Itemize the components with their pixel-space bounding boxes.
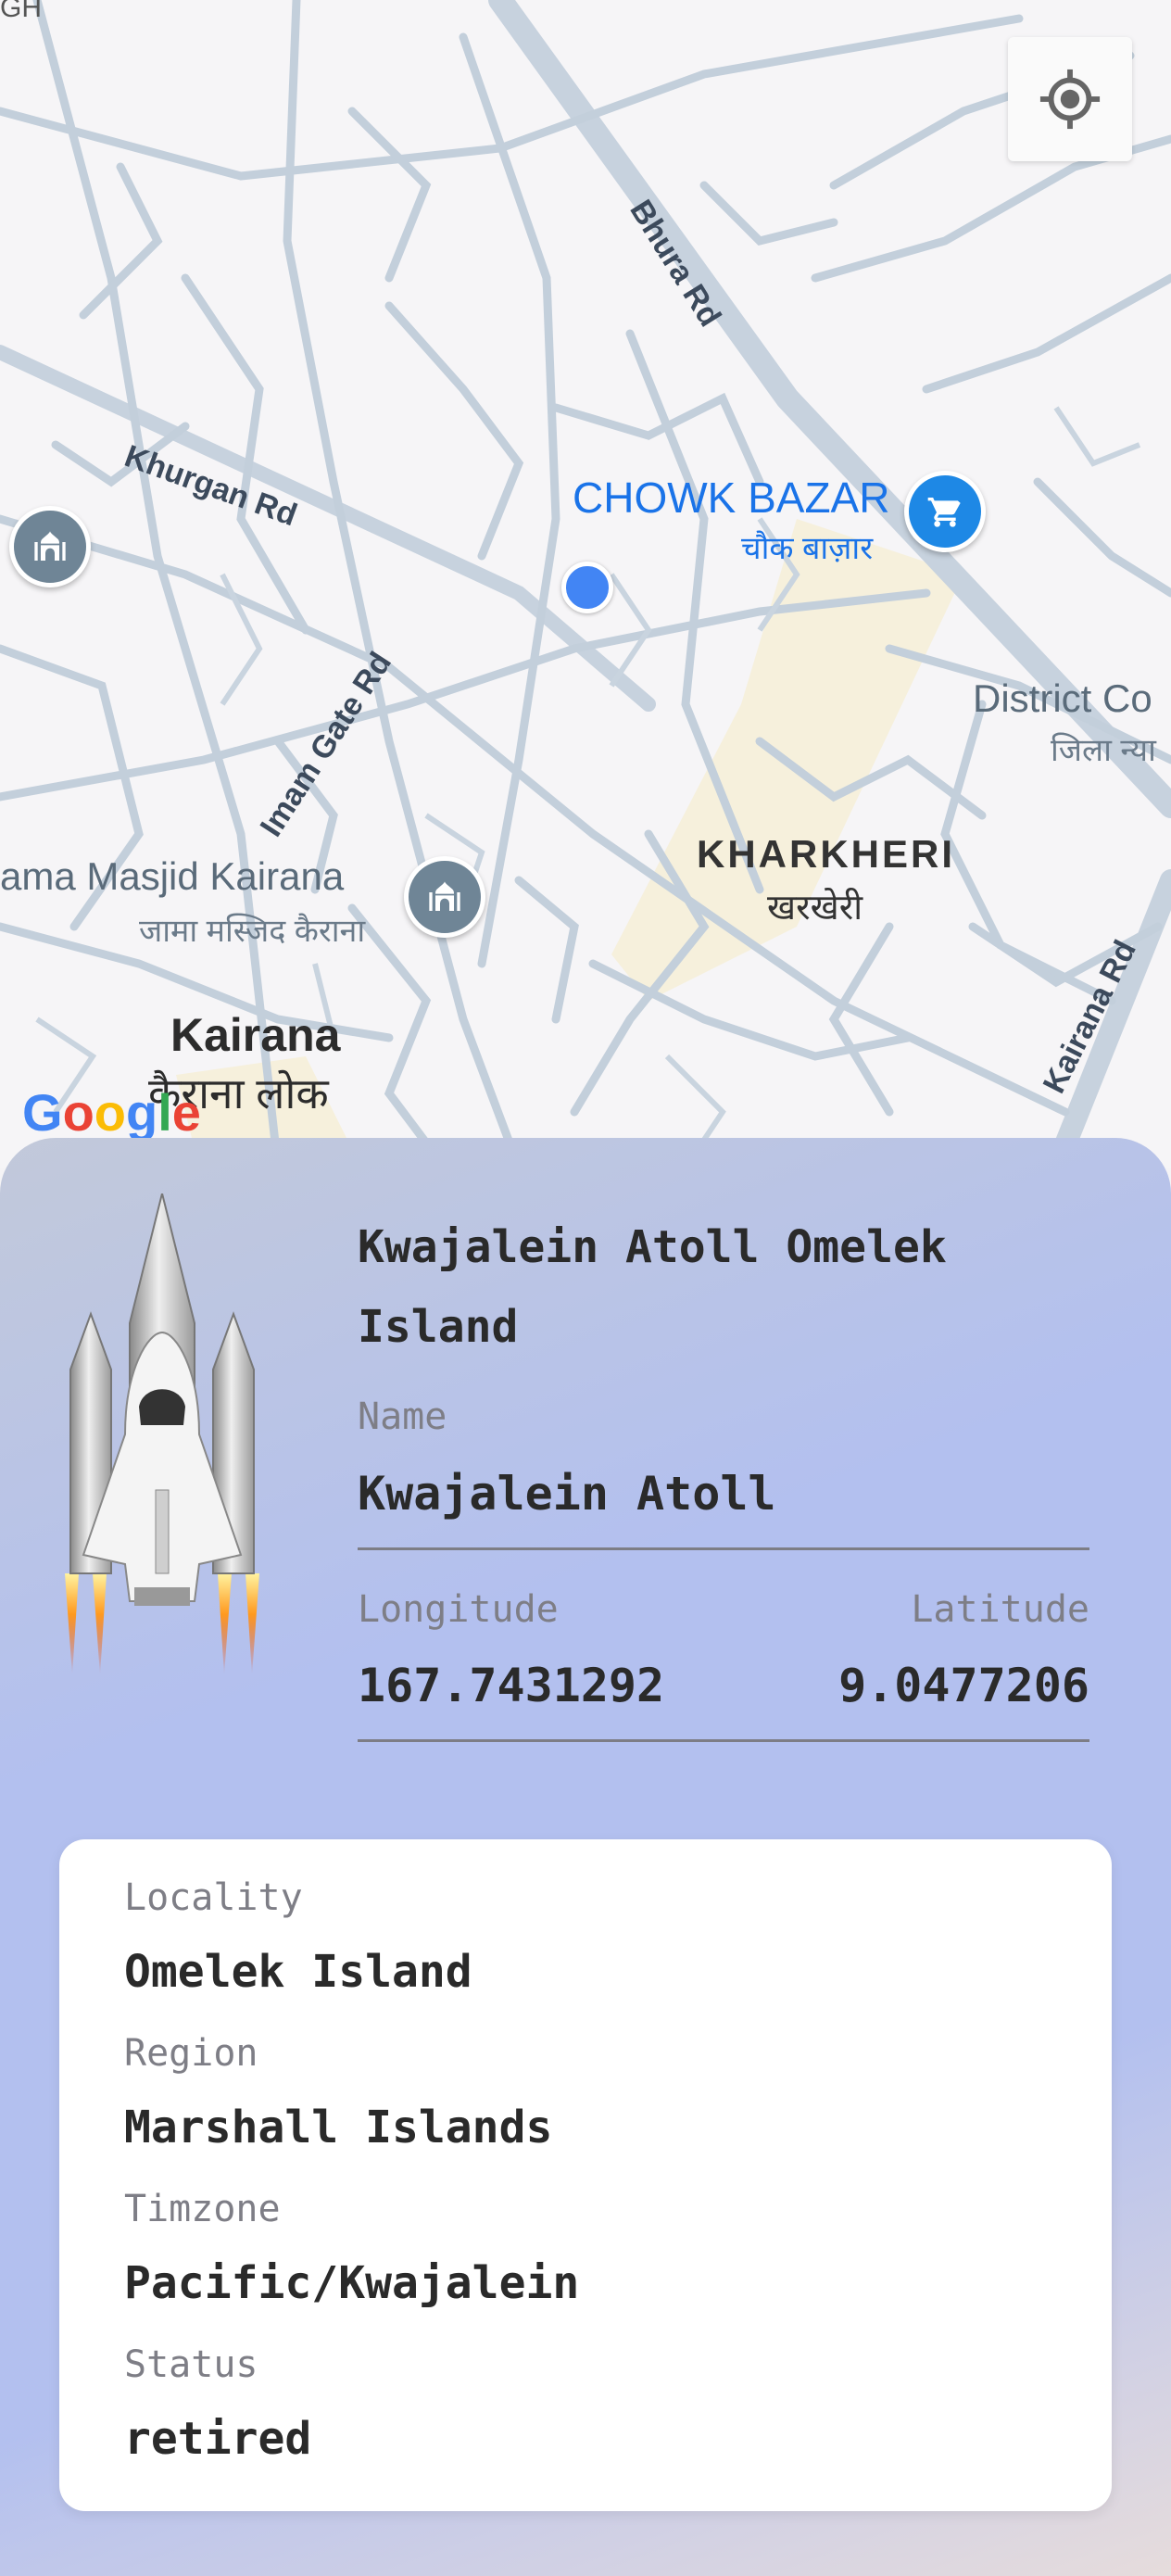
map-label-kharkheri-hindi: खरखेरी — [767, 889, 863, 928]
mosque-icon[interactable] — [9, 506, 91, 587]
shopping-cart-icon[interactable] — [904, 471, 986, 552]
timezone-value: Pacific/Kwajalein — [124, 2257, 580, 2309]
region-label: Region — [124, 2032, 258, 2075]
map-label-jama-masjid-hindi: जामा मस्जिद कैराना — [139, 914, 366, 949]
google-logo: Google — [22, 1083, 201, 1142]
my-location-icon — [1039, 69, 1101, 130]
map-label-district-court-hindi: जिला न्या — [1051, 733, 1156, 768]
longitude-label: Longitude — [358, 1588, 559, 1631]
latitude-value: 9.0477206 — [838, 1659, 1089, 1712]
longitude-value: 167.7431292 — [358, 1659, 665, 1712]
rocket-icon — [65, 1193, 259, 1675]
current-location-dot — [561, 562, 613, 613]
timezone-label: Timzone — [124, 2188, 281, 2230]
mosque-icon[interactable] — [404, 856, 485, 938]
map-label-top-left: GH — [0, 0, 42, 23]
map-label-jama-masjid[interactable]: ama Masjid Kairana — [0, 854, 344, 899]
map-label-kairana: Kairana — [170, 1009, 341, 1061]
status-label: Status — [124, 2343, 258, 2386]
name-label: Name — [358, 1395, 447, 1438]
locality-label: Locality — [124, 1876, 303, 1919]
status-value: retired — [124, 2413, 312, 2465]
map-label-kharkheri: KHARKHERI — [697, 832, 955, 876]
region-value: Marshall Islands — [124, 2102, 553, 2153]
locality-value: Omelek Island — [124, 1946, 472, 1998]
name-value: Kwajalein Atoll — [358, 1467, 776, 1521]
name-divider — [358, 1547, 1089, 1550]
latitude-label: Latitude — [911, 1588, 1089, 1631]
map-label-chowk-bazar-hindi: चौक बाज़ार — [741, 531, 874, 566]
map-label-district-court: District Co — [973, 676, 1152, 720]
map-view[interactable]: GH Bhura Rd Khurgan Rd Imam Gate Rd Kair… — [0, 0, 1171, 1168]
coordinates-divider — [358, 1739, 1089, 1742]
my-location-button[interactable] — [1008, 37, 1132, 161]
map-label-chowk-bazar[interactable]: CHOWK BAZAR — [573, 473, 889, 523]
details-card: Locality Omelek Island Region Marshall I… — [59, 1839, 1112, 2511]
launch-site-title: Kwajalein Atoll Omelek Island — [358, 1221, 947, 1353]
